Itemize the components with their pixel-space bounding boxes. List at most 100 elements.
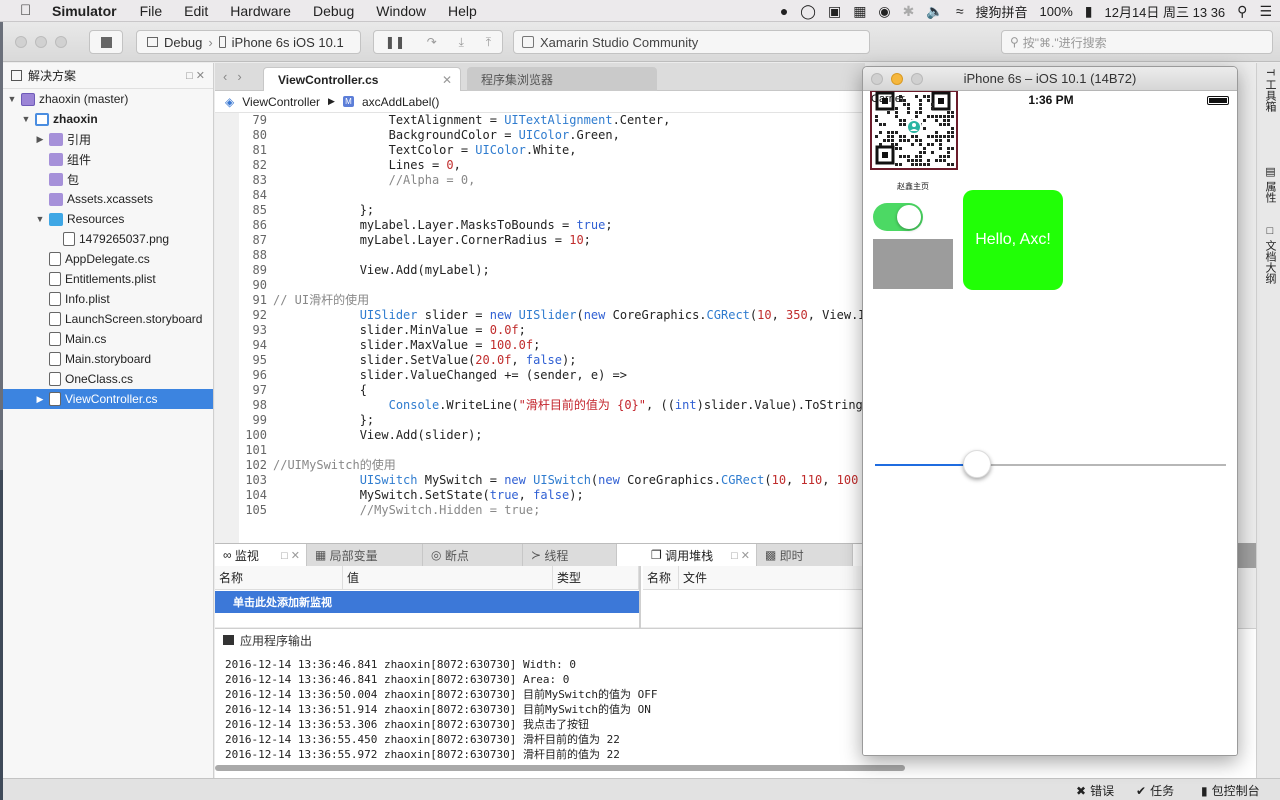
code-line[interactable]: 101 xyxy=(215,443,273,458)
window-close-button[interactable] xyxy=(15,36,27,48)
window-minimize-button[interactable] xyxy=(35,36,47,48)
tab-assembly-browser[interactable]: 程序集浏览器 xyxy=(467,67,657,91)
close-icon[interactable]: □ ✕ xyxy=(731,549,750,562)
step-out-icon[interactable]: ⤒ xyxy=(486,35,491,50)
tree-item[interactable]: ▼ zhaoxin (master) xyxy=(3,89,213,109)
code-line[interactable]: 79 TextAlignment = UITextAlignment.Cente… xyxy=(215,113,671,128)
code-line[interactable]: 86 myLabel.Layer.MasksToBounds = true; xyxy=(215,218,613,233)
code-line[interactable]: 103 UISwitch MySwitch = new UISwitch (new… xyxy=(215,473,858,488)
code-line[interactable]: 83 //Alpha = 0, xyxy=(215,173,476,188)
package-console-button[interactable]: ▮ 包控制台 xyxy=(1201,782,1260,799)
wifi-icon[interactable]: ≈ xyxy=(956,3,964,19)
code-line[interactable]: 82 Lines = 0, xyxy=(215,158,461,173)
wechat-icon[interactable]: ◉ xyxy=(878,3,890,20)
search-field[interactable]: ⚲ 按"⌘."进行搜索 xyxy=(1001,30,1273,54)
slider-thumb[interactable] xyxy=(962,450,991,478)
pad-properties[interactable]: ▤ 属性 xyxy=(1262,165,1278,203)
panel-splitter[interactable] xyxy=(639,566,641,628)
menu-file[interactable]: File xyxy=(129,3,174,19)
input-grid-icon[interactable]: ▦ xyxy=(853,3,866,20)
code-line[interactable]: 102 //UIMySwitch的使用 xyxy=(215,458,395,473)
tree-item[interactable]: Main.cs xyxy=(3,329,213,349)
code-line[interactable]: 94 slider.MaxValue = 100.0f; xyxy=(215,338,541,353)
tab-nav-arrows-icon[interactable]: ‹› xyxy=(223,69,252,84)
menu-window[interactable]: Window xyxy=(365,3,437,19)
code-line[interactable]: 81 TextColor = UIColor.White, xyxy=(215,143,577,158)
code-line[interactable]: 105 //MySwitch.Hidden = true; xyxy=(215,503,540,518)
my-switch[interactable] xyxy=(873,203,923,231)
code-line[interactable]: 98 Console.WriteLine("滑杆目前的值为 {0}", ((in… xyxy=(215,398,863,413)
code-line[interactable]: 90 xyxy=(215,278,273,293)
code-line[interactable]: 88 xyxy=(215,248,273,263)
stop-button[interactable] xyxy=(89,30,123,54)
spotlight-icon[interactable]: ⚲ xyxy=(1237,3,1247,20)
horizontal-scrollbar[interactable] xyxy=(215,765,905,771)
close-icon[interactable]: □ ✕ xyxy=(281,549,300,562)
tree-item[interactable]: LaunchScreen.storyboard xyxy=(3,309,213,329)
switch-knob[interactable] xyxy=(897,205,921,229)
tab-immediate[interactable]: ▩ 即时 xyxy=(757,544,853,566)
code-line[interactable]: 97 { xyxy=(215,383,367,398)
tab-threads[interactable]: ≻ 线程 xyxy=(523,544,617,566)
tree-item[interactable]: Info.plist xyxy=(3,289,213,309)
code-line[interactable]: 99 }; xyxy=(215,413,375,428)
crumb-method[interactable]: axcAddLabel() xyxy=(362,95,439,109)
disclosure-triangle-icon[interactable]: ▶ xyxy=(35,134,45,145)
notification-center-icon[interactable]: ☰ xyxy=(1259,3,1272,20)
code-line[interactable]: 104 MySwitch.SetState(true, false); xyxy=(215,488,583,503)
tree-item[interactable]: ▶ ViewController.cs xyxy=(3,389,213,409)
bluetooth-icon[interactable]: ✱ xyxy=(903,3,915,20)
input-method[interactable]: 搜狗拼音 xyxy=(976,2,1028,21)
column-file[interactable]: 文件 xyxy=(679,566,865,589)
column-name[interactable]: 名称 xyxy=(215,566,343,589)
device-label[interactable]: iPhone 6s iOS 10.1 xyxy=(232,35,344,50)
code-line[interactable]: 100 View.Add(slider); xyxy=(215,428,482,443)
code-line[interactable]: 93 slider.MinValue = 0.0f; xyxy=(215,323,526,338)
tab-viewcontroller[interactable]: ViewController.cs ✕ xyxy=(263,67,461,91)
qq-icon[interactable]: ● xyxy=(780,3,788,19)
disclosure-triangle-icon[interactable]: ▶ xyxy=(35,394,45,405)
pad-document-outline[interactable]: □ 文档大纲 xyxy=(1262,225,1278,284)
column-value[interactable]: 值 xyxy=(343,566,553,589)
close-icon[interactable]: ✕ xyxy=(442,73,452,87)
errors-button[interactable]: ✖ 错误 xyxy=(1076,782,1114,799)
display-icon[interactable]: ▣ xyxy=(828,3,841,20)
pause-icon[interactable]: ❚❚ xyxy=(385,35,405,49)
menu-hardware[interactable]: Hardware xyxy=(219,3,302,19)
menu-edit[interactable]: Edit xyxy=(173,3,219,19)
tree-item[interactable]: Assets.xcassets xyxy=(3,189,213,209)
window-zoom-button[interactable] xyxy=(55,36,67,48)
tab-locals[interactable]: ▦ 局部变量 xyxy=(307,544,423,566)
step-over-icon[interactable]: ↷ xyxy=(427,35,437,49)
code-line[interactable]: 89 View.Add(myLabel); xyxy=(215,263,490,278)
tree-item[interactable]: 包 xyxy=(3,169,213,189)
code-line[interactable]: 91 // UI滑杆的使用 xyxy=(215,293,370,308)
code-line[interactable]: 87 myLabel.Layer.CornerRadius = 10; xyxy=(215,233,591,248)
disclosure-triangle-icon[interactable]: ▼ xyxy=(35,214,45,224)
crumb-class[interactable]: ViewController xyxy=(242,95,320,109)
tab-watch[interactable]: ∞ 监视 □ ✕ xyxy=(215,544,307,566)
pad-close-icon[interactable]: □ ✕ xyxy=(186,69,205,82)
code-line[interactable]: 95 slider.SetValue(20.0f, false); xyxy=(215,353,577,368)
tasks-button[interactable]: ✔ 任务 xyxy=(1136,782,1174,799)
battery-percent[interactable]: 100% xyxy=(1040,4,1073,19)
disclosure-triangle-icon[interactable]: ▼ xyxy=(21,114,31,124)
code-line[interactable]: 85 }; xyxy=(215,203,375,218)
tree-item[interactable]: Main.storyboard xyxy=(3,349,213,369)
sim-close-button[interactable] xyxy=(871,73,883,85)
code-line[interactable]: 80 BackgroundColor = UIColor.Green, xyxy=(215,128,620,143)
step-into-icon[interactable]: ⤓ xyxy=(459,35,464,50)
configuration-label[interactable]: Debug xyxy=(164,35,202,50)
column-type[interactable]: 类型 xyxy=(553,566,639,589)
code-area[interactable]: 79 TextAlignment = UITextAlignment.Cente… xyxy=(215,113,865,543)
sync-icon[interactable]: ◯ xyxy=(800,3,816,20)
sim-minimize-button[interactable] xyxy=(891,73,903,85)
run-configuration-selector[interactable]: Debug › iPhone 6s iOS 10.1 xyxy=(136,30,361,54)
tree-item[interactable]: ▼ zhaoxin xyxy=(3,109,213,129)
menu-help[interactable]: Help xyxy=(437,3,488,19)
sim-zoom-button[interactable] xyxy=(911,73,923,85)
add-watch-row[interactable]: 单击此处添加新监视 xyxy=(215,591,639,613)
apple-menu-icon[interactable]:  xyxy=(20,2,42,19)
slider-track[interactable] xyxy=(875,450,1226,478)
tree-item[interactable]: 1479265037.png xyxy=(3,229,213,249)
